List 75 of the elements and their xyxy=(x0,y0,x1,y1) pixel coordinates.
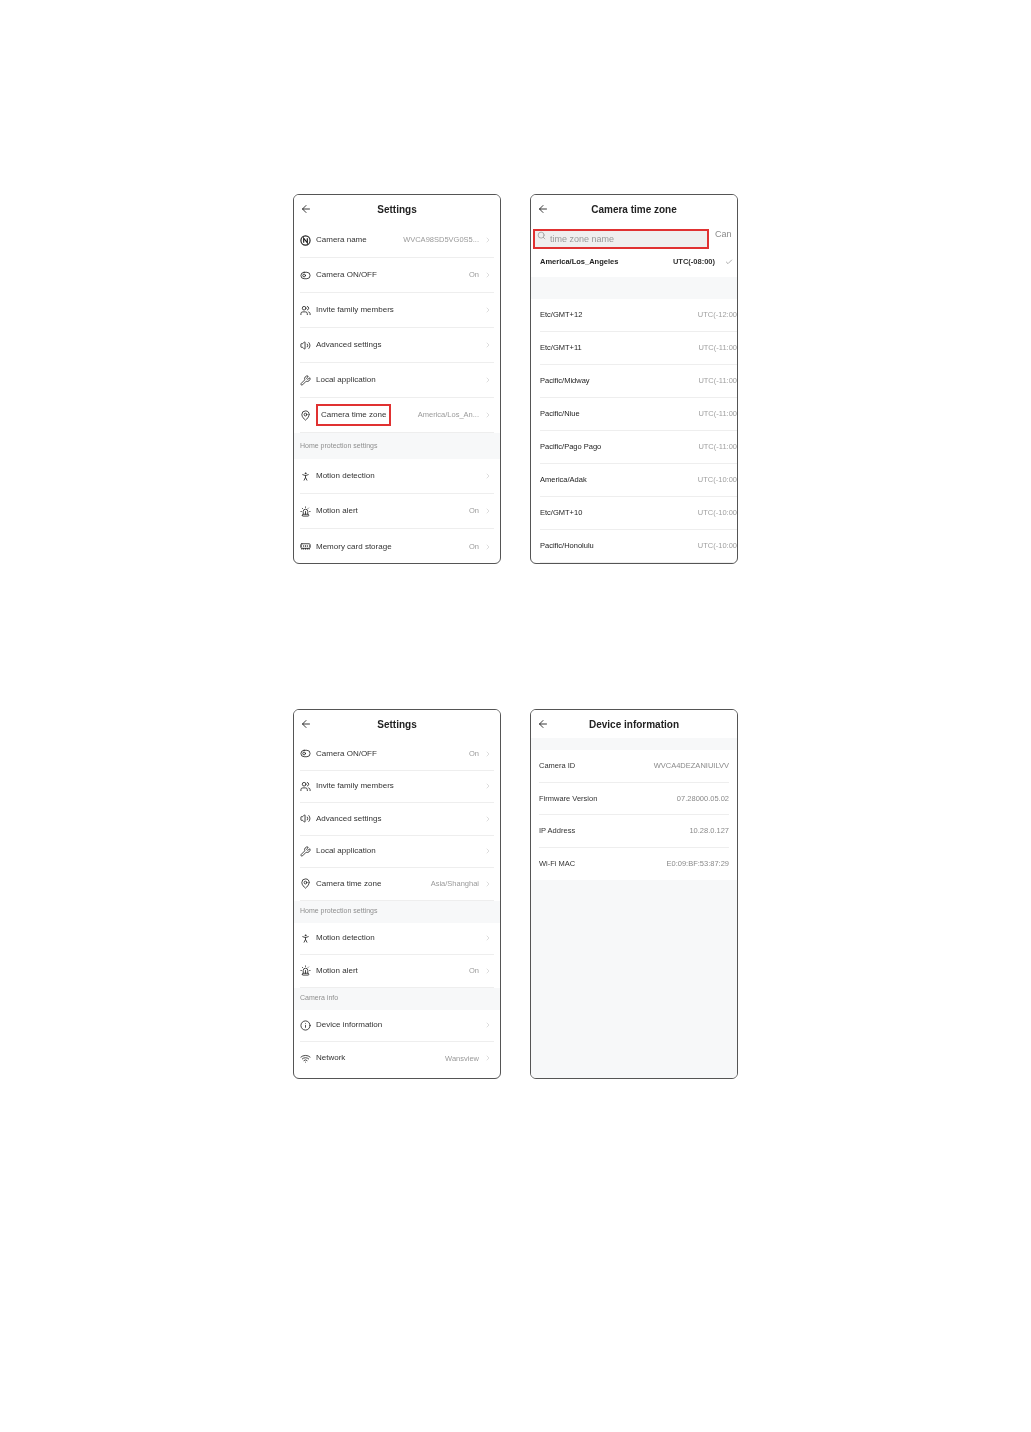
wifi-icon xyxy=(300,1052,311,1064)
row-label: Network xyxy=(316,1052,346,1065)
back-icon[interactable] xyxy=(300,718,312,730)
row-label: Advanced settings xyxy=(316,812,382,825)
row-label: Memory card storage xyxy=(316,540,392,553)
chevron-icon xyxy=(484,749,492,758)
screen-title: Device information xyxy=(589,717,679,732)
back-icon[interactable] xyxy=(537,203,549,215)
screen-title: Settings xyxy=(377,717,417,732)
settings-row[interactable]: Invite family members xyxy=(300,770,494,803)
chevron-icon xyxy=(484,966,492,975)
row-label: Local application xyxy=(316,374,376,386)
row-label: Camera ON/OFF xyxy=(316,747,377,760)
chevron-icon xyxy=(484,782,492,791)
settings-row[interactable]: Advanced settings xyxy=(300,803,494,836)
toggle-icon xyxy=(300,748,311,760)
memory-card-icon xyxy=(300,541,311,552)
chevron-icon xyxy=(484,847,492,856)
row-label: Device information xyxy=(316,1019,383,1032)
chevron-icon xyxy=(484,472,492,480)
toggle-icon xyxy=(300,269,311,281)
speaker-icon xyxy=(300,813,311,825)
chevron-icon xyxy=(484,411,492,419)
row-label: Motion detection xyxy=(316,932,375,945)
row-label: Camera time zone xyxy=(316,877,382,890)
letter-circle-icon xyxy=(300,234,311,246)
chevron-icon xyxy=(484,236,492,244)
back-icon[interactable] xyxy=(537,718,549,730)
pin-icon xyxy=(300,409,311,421)
pin-icon xyxy=(300,878,311,890)
settings-row[interactable]: Device information xyxy=(300,1009,494,1042)
row-label: Camera time zone xyxy=(316,404,392,426)
wrench-icon xyxy=(300,374,311,386)
people-icon xyxy=(300,780,311,792)
people-icon xyxy=(300,304,311,316)
row-label: Local application xyxy=(316,845,376,858)
settings-row[interactable]: Motion detection xyxy=(300,922,494,955)
chevron-icon xyxy=(484,879,492,888)
row-label: Advanced settings xyxy=(316,339,382,351)
row-label: Camera name xyxy=(316,234,367,246)
settings-row[interactable]: Motion detection xyxy=(300,459,494,494)
row-label: Camera ON/OFF xyxy=(316,269,377,281)
settings-row[interactable]: Local application xyxy=(300,835,494,868)
back-icon[interactable] xyxy=(300,203,312,215)
chevron-icon xyxy=(484,1021,492,1030)
chevron-icon xyxy=(484,1054,492,1063)
cancel-button[interactable]: Can xyxy=(715,228,732,242)
row-label: Motion alert xyxy=(316,964,358,977)
settings-row[interactable]: Advanced settings xyxy=(300,328,494,363)
settings-row[interactable]: Local application xyxy=(300,363,494,398)
check-icon xyxy=(725,258,733,266)
chevron-icon xyxy=(484,341,492,349)
row-label: Motion detection xyxy=(316,470,375,482)
chevron-icon xyxy=(484,271,492,279)
person-icon xyxy=(300,932,311,944)
chevron-icon xyxy=(484,814,492,823)
info-icon xyxy=(300,1019,311,1031)
search-icon xyxy=(537,230,546,240)
chevron-icon xyxy=(484,542,492,551)
chevron-icon xyxy=(484,507,492,515)
chevron-icon xyxy=(484,934,492,943)
chevron-icon xyxy=(484,306,492,314)
speaker-icon xyxy=(300,339,311,351)
search-field[interactable]: time zone name xyxy=(533,229,709,249)
screen-title: Settings xyxy=(377,202,417,217)
row-label: Invite family members xyxy=(316,304,394,316)
siren-icon xyxy=(300,505,311,517)
siren-icon xyxy=(300,965,311,977)
settings-row[interactable]: Invite family members xyxy=(300,293,494,328)
screen-title: Camera time zone xyxy=(591,202,677,217)
row-label: Motion alert xyxy=(316,505,358,517)
person-icon xyxy=(300,470,311,482)
wrench-icon xyxy=(300,845,311,857)
row-label: Invite family members xyxy=(316,780,394,793)
chevron-icon xyxy=(484,376,492,384)
